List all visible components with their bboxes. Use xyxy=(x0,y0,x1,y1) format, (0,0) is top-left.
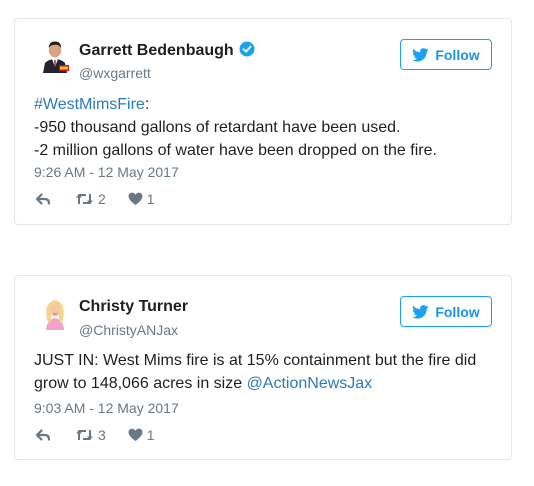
like-button[interactable]: 1 xyxy=(128,427,155,443)
tweet-actions: 2 1 xyxy=(35,190,155,208)
reply-icon xyxy=(35,429,51,441)
timestamp[interactable]: 9:03 AM - 12 May 2017 xyxy=(34,400,179,416)
follow-label: Follow xyxy=(435,303,480,320)
tweet-text: JUST IN: West Mims fire is at 15% contai… xyxy=(34,349,504,395)
tweet-line: -950 thousand gallons of retardant have … xyxy=(34,119,401,136)
avatar[interactable] xyxy=(37,37,73,73)
author-name[interactable]: Christy Turner xyxy=(79,298,188,316)
retweet-count: 2 xyxy=(98,191,106,207)
author-name[interactable]: Garrett Bedenbaugh xyxy=(79,41,255,60)
author-name-text[interactable]: Garrett Bedenbaugh xyxy=(79,42,234,59)
reply-button[interactable] xyxy=(35,428,51,442)
retweet-icon xyxy=(76,194,93,204)
author-handle[interactable]: @wxgarrett xyxy=(79,65,151,81)
follow-label: Follow xyxy=(435,46,480,63)
twitter-bird-icon xyxy=(412,304,429,319)
verified-badge-icon xyxy=(239,41,255,57)
tweet-line: -2 million gallons of water have been dr… xyxy=(34,142,437,159)
timestamp[interactable]: 9:26 AM - 12 May 2017 xyxy=(34,164,179,180)
retweet-count: 3 xyxy=(98,427,106,443)
mention-link[interactable]: @ActionNewsJax xyxy=(247,375,373,392)
follow-button[interactable]: Follow xyxy=(400,296,492,327)
reply-icon xyxy=(35,193,51,205)
retweet-button[interactable]: 2 xyxy=(75,191,106,207)
tweet-actions: 3 1 xyxy=(35,426,155,444)
hashtag-link[interactable]: #WestMimsFire xyxy=(34,96,145,113)
avatar[interactable] xyxy=(37,294,73,330)
reply-button[interactable] xyxy=(35,192,51,206)
tweet-card: Christy Turner @ChristyANJax Follow JUST… xyxy=(14,275,512,460)
tweet-card: Garrett Bedenbaugh @wxgarrett Follow #We… xyxy=(14,18,512,225)
retweet-button[interactable]: 3 xyxy=(75,427,106,443)
like-button[interactable]: 1 xyxy=(128,191,155,207)
author-name-text[interactable]: Christy Turner xyxy=(79,298,188,315)
author-handle[interactable]: @ChristyANJax xyxy=(79,322,178,338)
heart-icon xyxy=(128,192,143,205)
hashtag-suffix: : xyxy=(144,96,150,113)
heart-icon xyxy=(128,428,143,441)
twitter-bird-icon xyxy=(412,47,429,62)
like-count: 1 xyxy=(146,191,155,207)
tweet-text: #WestMimsFire: -950 thousand gallons of … xyxy=(34,93,504,162)
follow-button[interactable]: Follow xyxy=(400,39,492,70)
retweet-icon xyxy=(76,430,93,440)
like-count: 1 xyxy=(146,427,155,443)
